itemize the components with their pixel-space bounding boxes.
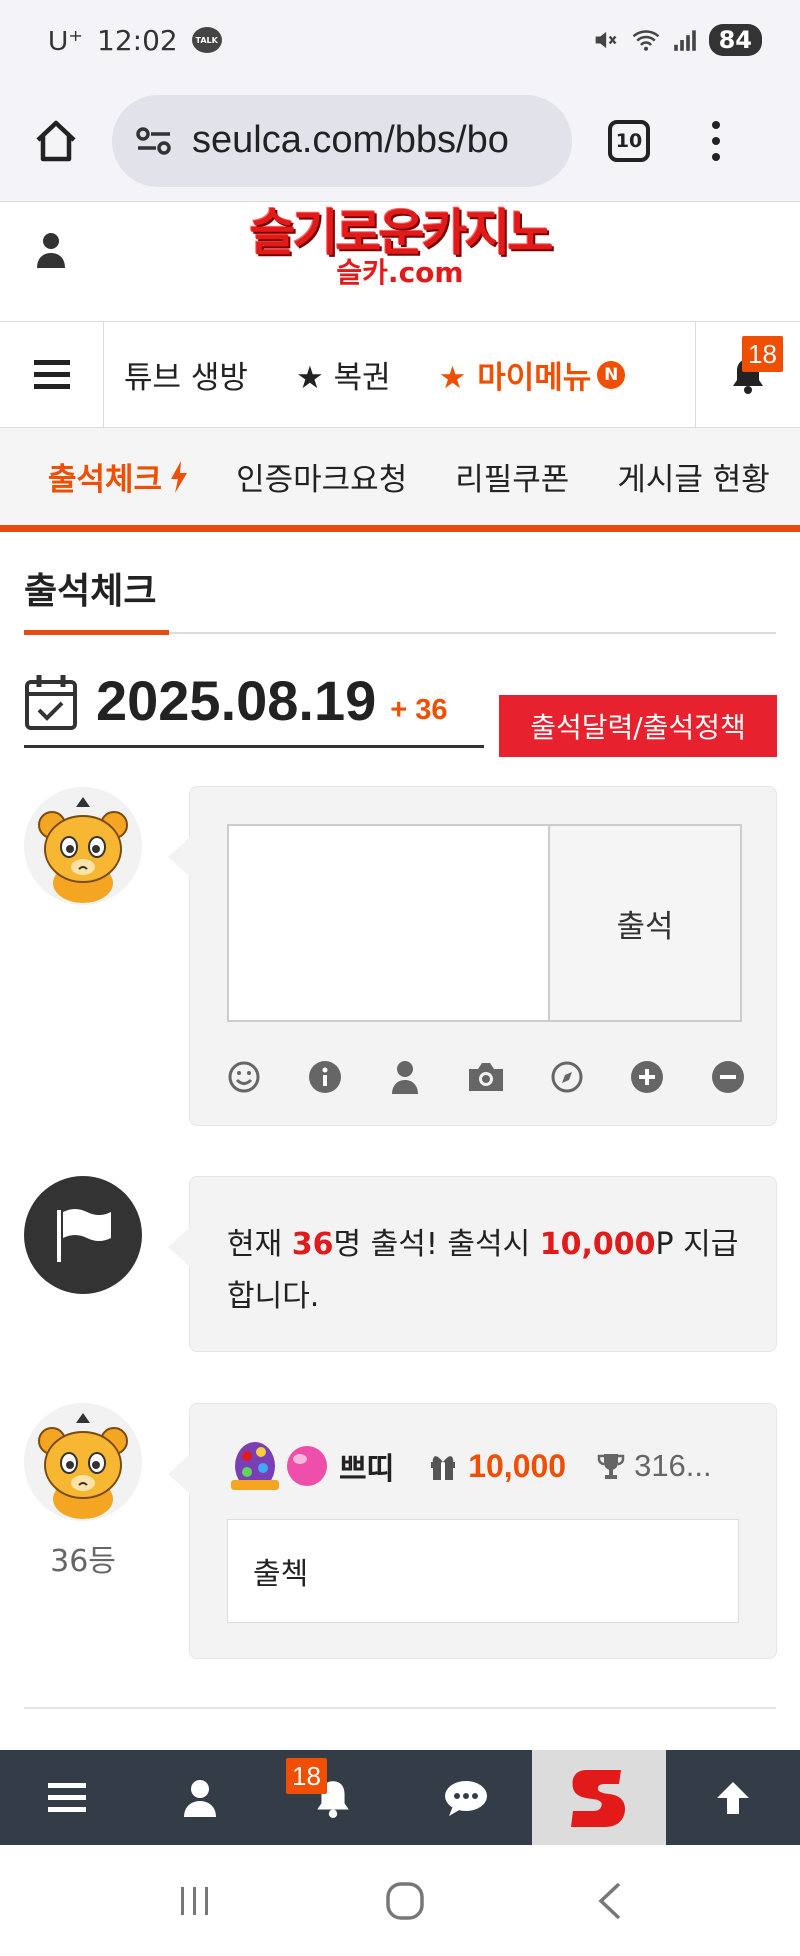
entry-username[interactable]: 쁘띠 xyxy=(339,1444,394,1488)
nav-item-my-menu-label: ★ 마이메뉴 xyxy=(438,360,592,396)
bottom-user-button[interactable] xyxy=(133,1750,266,1845)
entry-trophy-value: 316... xyxy=(634,1448,712,1483)
level-badge-icon xyxy=(231,1442,279,1490)
attendance-calendar-button[interactable]: 출석달력/출석정책 xyxy=(499,695,777,757)
bottom-menu-button[interactable] xyxy=(0,1750,133,1845)
menu-icon xyxy=(47,1783,86,1812)
chat-icon xyxy=(444,1780,487,1816)
nav-item-my-menu[interactable]: ★ 마이메뉴 N xyxy=(439,352,626,397)
compass-icon[interactable] xyxy=(547,1057,587,1097)
attendance-entry: 쁘띠 10,000 316... 출첵 xyxy=(168,1403,777,1659)
recent-apps-icon[interactable] xyxy=(175,1883,215,1919)
entry-avatar xyxy=(24,1403,142,1521)
site-logo-icon xyxy=(571,1769,625,1827)
notice-prefix: 현재 xyxy=(227,1227,292,1262)
page: U⁺ 12:02 TALK 84 seulca.com/bbs/bo 10 슬기… xyxy=(0,0,800,1956)
bottom-site-logo[interactable] xyxy=(532,1750,666,1845)
entry-comment: 출첵 xyxy=(227,1519,739,1623)
subnav-item-attendance[interactable]: 출석체크 xyxy=(48,454,188,499)
arrow-up-icon xyxy=(716,1781,749,1814)
avatar xyxy=(24,787,142,905)
candy-icon xyxy=(287,1446,327,1486)
menu-button[interactable] xyxy=(0,322,104,427)
address-bar[interactable]: seulca.com/bbs/bo xyxy=(112,94,572,187)
new-badge: N xyxy=(597,360,626,389)
calendar-check-icon xyxy=(25,675,77,730)
sub-nav: 출석체크 인증마크요청 리필쿠폰 게시글 현황 xyxy=(0,428,800,532)
lightning-icon xyxy=(171,460,188,493)
entry-points-value: 10,000 xyxy=(468,1447,567,1484)
user-icon[interactable] xyxy=(385,1057,425,1097)
title-underline xyxy=(24,630,169,635)
battery-icon: 84 xyxy=(708,24,762,56)
notice-text: 현재 36명 출석! 출석시 10,000P 지급합니다. xyxy=(227,1219,747,1323)
notification-count-badge: 18 xyxy=(742,336,783,372)
content-divider xyxy=(24,1707,776,1709)
bottom-notification-badge: 18 xyxy=(286,1758,327,1794)
clock: 12:02 xyxy=(97,23,178,57)
scroll-top-button[interactable] xyxy=(666,1750,799,1845)
gift-icon xyxy=(431,1456,456,1480)
site-settings-icon[interactable] xyxy=(134,125,178,157)
form-toolbar xyxy=(224,1057,748,1097)
status-bar: U⁺ 12:02 TALK 84 xyxy=(0,0,800,80)
browser-toolbar: seulca.com/bbs/bo 10 xyxy=(0,80,800,202)
entry-trophy: 316... xyxy=(596,1448,712,1484)
flag-icon xyxy=(57,1209,111,1262)
subnav-item-cert-mark[interactable]: 인증마크요청 xyxy=(236,454,407,499)
carrier-label: U⁺ xyxy=(48,24,83,56)
nav-item-tube-live[interactable]: 튜브 생방 xyxy=(124,352,248,397)
notifications-button[interactable]: 18 xyxy=(696,322,800,427)
trophy-icon xyxy=(597,1454,625,1479)
attendance-form: 출석 xyxy=(168,786,777,1126)
notice-mid: 명 출석! 출석시 xyxy=(333,1227,540,1262)
logo-main-text: 슬기로운카지노 xyxy=(249,204,554,262)
subnav-item-post-status[interactable]: 게시글 현황 xyxy=(617,454,769,499)
nav-item-lottery[interactable]: ★ 복권 xyxy=(296,352,391,397)
main-nav-items: 튜브 생방 ★ 복권 ★ 마이메뉴 N xyxy=(104,322,696,427)
bottom-chat-button[interactable] xyxy=(399,1750,532,1845)
hamburger-icon xyxy=(33,360,70,389)
plus-circle-icon[interactable] xyxy=(627,1057,667,1097)
home-button[interactable] xyxy=(0,80,112,201)
more-options-icon[interactable] xyxy=(712,120,720,161)
site-logo[interactable]: 슬기로운카지노 슬카.com xyxy=(228,204,572,288)
back-icon[interactable] xyxy=(595,1880,625,1922)
bottom-bar: 18 xyxy=(0,1750,800,1845)
attendance-count-delta: + 36 xyxy=(390,694,448,726)
signal-icon xyxy=(673,30,696,51)
mute-icon xyxy=(595,31,616,49)
subnav-item-refill-coupon[interactable]: 리필쿠폰 xyxy=(455,454,569,499)
attend-submit-button[interactable]: 출석 xyxy=(548,824,742,1022)
date-row: 2025.08.19 + 36 xyxy=(24,666,484,748)
logo-sub-text: 슬카.com xyxy=(336,256,464,289)
entry-rank: 36등 xyxy=(50,1544,116,1579)
entry-points: 10,000 xyxy=(428,1448,566,1485)
user-icon xyxy=(183,1779,216,1817)
entry-user-row: 쁘띠 10,000 316... xyxy=(227,1436,757,1496)
bottom-notifications-button[interactable]: 18 xyxy=(266,1750,399,1845)
system-nav-bar xyxy=(0,1845,800,1956)
home-icon xyxy=(36,120,76,161)
page-title: 출석체크 xyxy=(24,571,157,612)
attendance-date: 2025.08.19 xyxy=(96,669,377,732)
camera-icon[interactable] xyxy=(466,1057,506,1097)
smile-icon[interactable] xyxy=(224,1057,264,1097)
subnav-item-attendance-label: 출석체크 xyxy=(48,462,163,498)
minus-circle-icon[interactable] xyxy=(708,1057,748,1097)
flag-avatar xyxy=(24,1176,142,1294)
kakaotalk-icon: TALK xyxy=(191,27,222,53)
attendance-notice: 현재 36명 출석! 출석시 10,000P 지급합니다. xyxy=(168,1176,777,1352)
notice-points: 10,000 xyxy=(539,1227,656,1262)
url-text[interactable]: seulca.com/bbs/bo xyxy=(192,119,509,162)
wifi-icon xyxy=(632,30,659,51)
attendance-comment-input[interactable] xyxy=(227,824,550,1022)
notice-count: 36 xyxy=(291,1227,334,1262)
main-nav: 튜브 생방 ★ 복권 ★ 마이메뉴 N 18 xyxy=(0,322,800,428)
home-circle-icon[interactable] xyxy=(384,1880,426,1922)
tab-switcher-button[interactable]: 10 xyxy=(608,119,650,162)
info-icon[interactable] xyxy=(305,1057,345,1097)
site-header: 슬기로운카지노 슬카.com xyxy=(0,202,800,322)
user-icon[interactable] xyxy=(36,232,66,272)
